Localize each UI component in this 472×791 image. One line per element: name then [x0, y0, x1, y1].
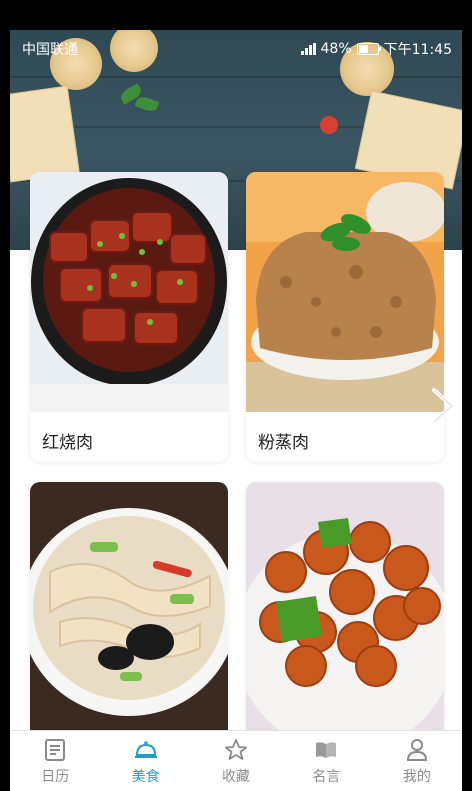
- calendar-note-icon: [45, 738, 66, 761]
- dish-photo: [246, 172, 444, 412]
- tab-label: 收藏: [222, 768, 251, 785]
- next-arrow-icon[interactable]: [428, 386, 458, 426]
- star-icon: [225, 738, 247, 760]
- food-cloche-icon: [134, 740, 157, 758]
- tab-label: 我的: [402, 768, 431, 785]
- tab-food[interactable]: 美食: [100, 731, 190, 791]
- tab-calendar[interactable]: 日历: [10, 731, 100, 791]
- person-icon: [406, 738, 427, 761]
- book-icon: [316, 741, 337, 758]
- bottom-tab-bar: 日历 美食 收藏 名言 我的: [10, 730, 462, 791]
- tab-label: 美食: [131, 768, 160, 785]
- dish-photo: [30, 172, 228, 412]
- tab-profile[interactable]: 我的: [372, 731, 462, 791]
- tab-label: 名言: [312, 768, 341, 785]
- dish-card[interactable]: 红烧肉: [30, 172, 228, 462]
- tab-favorites[interactable]: 收藏: [191, 731, 281, 791]
- dish-grid: 红烧肉 粉蒸肉: [10, 30, 462, 782]
- app-screen: 中国联通 48% 下午11:45 红烧肉 粉蒸肉 日历 美食 收藏 名言 我的: [10, 30, 462, 791]
- dish-card[interactable]: 粉蒸肉: [246, 172, 444, 462]
- dish-title: 粉蒸肉: [258, 433, 309, 453]
- tab-quotes[interactable]: 名言: [281, 731, 371, 791]
- tab-label: 日历: [41, 768, 70, 785]
- dish-title: 红烧肉: [42, 433, 93, 453]
